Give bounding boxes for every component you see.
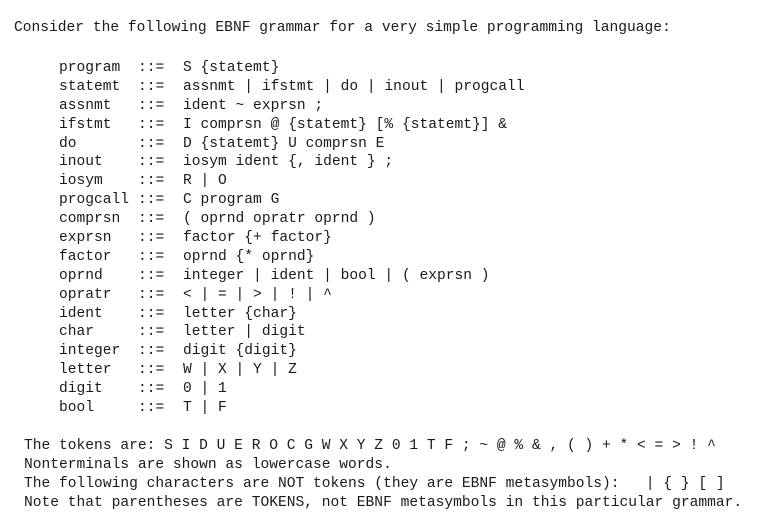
rule-lhs: comprsn	[59, 211, 121, 228]
rule-operator: ::=	[138, 135, 165, 152]
rule-lhs: integer	[59, 343, 121, 360]
rule-operator: ::=	[138, 192, 165, 209]
rule-rhs: letter | digit	[183, 324, 306, 341]
grammar-rule-letter: letter ::= W | X | Y | Z	[59, 361, 525, 380]
rule-rhs: assnmt | ifstmt | do | inout | progcall	[183, 78, 525, 95]
rule-rhs: W | X | Y | Z	[183, 362, 297, 379]
rule-operator: ::=	[138, 211, 165, 228]
rule-lhs: factor	[59, 248, 112, 265]
grammar-rule-integer: integer ::= digit {digit}	[59, 342, 525, 361]
rule-operator: ::=	[138, 248, 165, 265]
rule-lhs: char	[59, 324, 95, 341]
rule-lhs: ifstmt	[59, 116, 112, 133]
grammar-rule-assnmt: assnmt ::= ident ~ exprsn ;	[59, 97, 525, 116]
grammar-rule-program: program ::= S {statemt}	[59, 59, 525, 78]
parentheses-note: Note that parentheses are TOKENS, not EB…	[24, 495, 743, 511]
grammar-rule-factor: factor ::= oprnd {* oprnd}	[59, 248, 525, 267]
rule-lhs: ident	[59, 305, 103, 322]
rule-operator: ::=	[138, 324, 165, 341]
rule-operator: ::=	[138, 97, 165, 114]
grammar-rule-digit: digit ::= 0 | 1	[59, 380, 525, 399]
rule-rhs: I comprsn @ {statemt} [% {statemt}] &	[183, 116, 508, 133]
rule-lhs: progcall	[59, 192, 130, 209]
grammar-rule-exprsn: exprsn ::= factor {+ factor}	[59, 229, 525, 248]
nonterminals-note: Nonterminals are shown as lowercase word…	[24, 457, 392, 473]
grammar-rule-bool: bool ::= T | F	[59, 399, 525, 418]
tokens-note: The tokens are: S I D U E R O C G W X Y …	[24, 438, 716, 454]
grammar-rule-statemt: statemt ::= assnmt | ifstmt | do | inout…	[59, 78, 525, 97]
rule-lhs: statemt	[59, 78, 121, 95]
rule-operator: ::=	[138, 305, 165, 322]
rule-lhs: opratr	[59, 286, 112, 303]
rule-rhs: ( oprnd opratr oprnd )	[183, 211, 376, 228]
rule-rhs: R | O	[183, 173, 227, 190]
grammar-rule-opratr: opratr ::= < | = | > | ! | ^	[59, 286, 525, 305]
intro-text: Consider the following EBNF grammar for …	[14, 20, 671, 36]
rule-rhs: S {statemt}	[183, 60, 280, 76]
rule-lhs: letter	[59, 362, 112, 379]
grammar-rule-progcall: progcall ::= C program G	[59, 191, 525, 210]
rule-lhs: oprnd	[59, 267, 103, 284]
rule-operator: ::=	[138, 78, 165, 95]
rule-rhs: digit {digit}	[183, 343, 297, 360]
rule-rhs: oprnd {* oprnd}	[183, 248, 315, 265]
rule-rhs: factor {+ factor}	[183, 230, 332, 247]
notes-section: The tokens are: S I D U E R O C G W X Y …	[24, 437, 742, 513]
rule-operator: ::=	[138, 286, 165, 303]
rule-rhs: D {statemt} U comprsn E	[183, 135, 385, 152]
rule-lhs: digit	[59, 381, 103, 398]
metasymbols-note: The following characters are NOT tokens …	[24, 476, 725, 492]
rule-lhs: bool	[59, 400, 95, 417]
rule-rhs: T | F	[183, 400, 227, 417]
rule-operator: ::=	[138, 362, 165, 379]
grammar-rule-inout: inout ::= iosym ident {, ident } ;	[59, 153, 525, 172]
rule-rhs: integer | ident | bool | ( exprsn )	[183, 267, 490, 284]
rule-lhs: iosym	[59, 173, 103, 190]
grammar-rule-iosym: iosym ::= R | O	[59, 172, 525, 191]
rule-lhs: assnmt	[59, 97, 112, 114]
rule-rhs: < | = | > | ! | ^	[183, 286, 332, 303]
rule-operator: ::=	[138, 116, 165, 133]
rule-rhs: 0 | 1	[183, 381, 227, 398]
rule-rhs: C program G	[183, 192, 280, 209]
rule-rhs: iosym ident {, ident } ;	[183, 154, 394, 171]
rule-operator: ::=	[138, 60, 165, 76]
grammar-rule-ifstmt: ifstmt ::= I comprsn @ {statemt} [% {sta…	[59, 116, 525, 135]
rule-lhs: program	[59, 60, 121, 76]
rule-lhs: inout	[59, 154, 103, 171]
grammar-rules: program ::= S {statemt} statemt ::= assn…	[59, 59, 525, 418]
rule-operator: ::=	[138, 381, 165, 398]
grammar-rule-do: do ::= D {statemt} U comprsn E	[59, 135, 525, 154]
rule-lhs: exprsn	[59, 230, 112, 247]
rule-rhs: ident ~ exprsn ;	[183, 97, 324, 114]
rule-operator: ::=	[138, 400, 165, 417]
rule-lhs: do	[59, 135, 77, 152]
grammar-rule-ident: ident ::= letter {char}	[59, 305, 525, 324]
rule-operator: ::=	[138, 230, 165, 247]
rule-operator: ::=	[138, 267, 165, 284]
rule-rhs: letter {char}	[183, 305, 297, 322]
grammar-rule-char: char ::= letter | digit	[59, 323, 525, 342]
rule-operator: ::=	[138, 173, 165, 190]
rule-operator: ::=	[138, 154, 165, 171]
grammar-rule-oprnd: oprnd ::= integer | ident | bool | ( exp…	[59, 267, 525, 286]
grammar-rule-comprsn: comprsn ::= ( oprnd opratr oprnd )	[59, 210, 525, 229]
rule-operator: ::=	[138, 343, 165, 360]
